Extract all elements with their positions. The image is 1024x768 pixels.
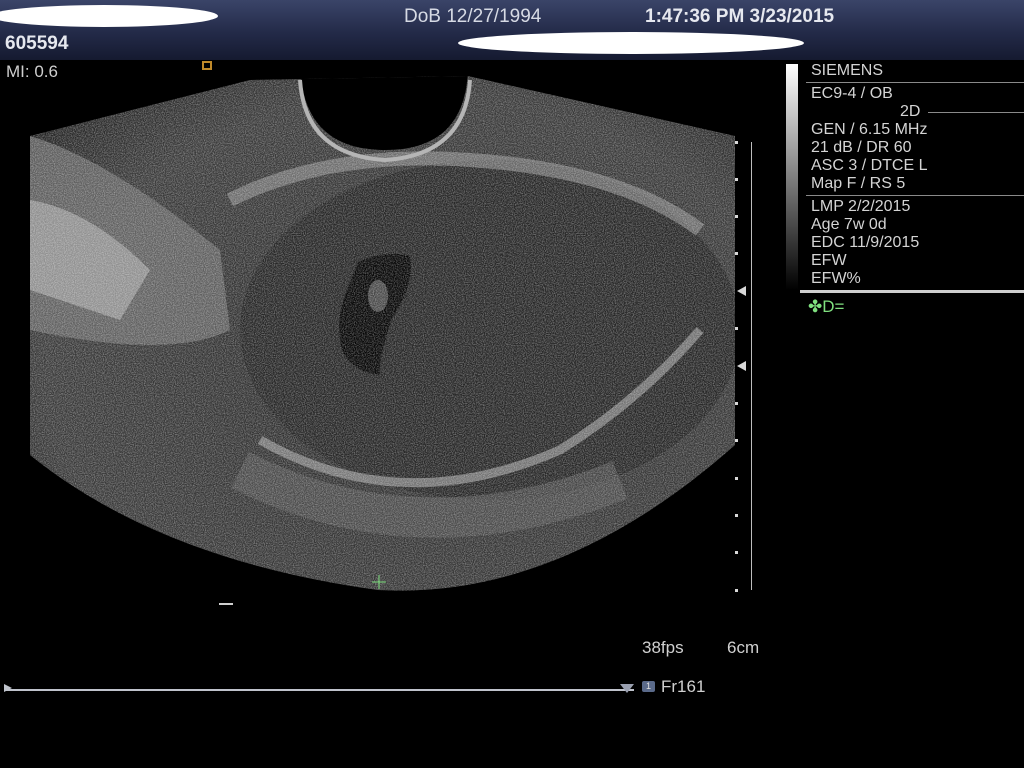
depth-marker-icon bbox=[737, 286, 746, 296]
transducer-preset: EC9-4 / OB bbox=[811, 85, 893, 102]
brand-label: SIEMENS bbox=[811, 62, 884, 79]
mode-label: 2D bbox=[900, 103, 921, 120]
patient-header: 605594 DoB 12/27/1994 1:47:36 PM 3/23/20… bbox=[0, 0, 1024, 60]
image-depth: 6cm bbox=[727, 638, 760, 657]
divider bbox=[806, 195, 1024, 196]
frame-rate: 38fps bbox=[642, 638, 684, 657]
imaging-mode: 2D bbox=[800, 103, 1024, 121]
cine-play-icon[interactable] bbox=[4, 684, 12, 692]
divider bbox=[800, 290, 1024, 293]
frequency-setting: GEN / 6.15 MHz bbox=[811, 121, 928, 138]
efw-percent: EFW% bbox=[811, 270, 861, 287]
redacted-institution bbox=[458, 32, 804, 54]
focus-marker bbox=[219, 603, 233, 605]
divider bbox=[928, 112, 1024, 113]
grey-scale-bar bbox=[786, 64, 798, 290]
distance-measurement: ✤D= bbox=[808, 297, 845, 316]
cine-end-icon[interactable] bbox=[620, 684, 634, 693]
parameter-panel: SIEMENS EC9-4 / OB 2D GEN / 6.15 MHz 21 … bbox=[800, 62, 1024, 317]
redacted-name bbox=[0, 5, 218, 27]
map-setting: Map F / RS 5 bbox=[811, 175, 906, 192]
lmp-value: LMP 2/2/2015 bbox=[811, 198, 911, 215]
divider bbox=[806, 82, 1024, 83]
patient-id: 605594 bbox=[5, 33, 69, 54]
gestational-age: Age 7w 0d bbox=[811, 216, 887, 233]
frame-number-icon: 1 bbox=[642, 681, 655, 692]
frame-number: Fr161 bbox=[661, 677, 706, 696]
cine-scrollbar[interactable] bbox=[6, 689, 634, 691]
depth-scale-line bbox=[751, 142, 752, 590]
edc-value: EDC 11/9/2015 bbox=[811, 234, 920, 251]
efw-value: EFW bbox=[811, 252, 847, 269]
gain-setting: 21 dB / DR 60 bbox=[811, 139, 912, 156]
ultrasound-image[interactable] bbox=[0, 60, 760, 620]
sector-scan bbox=[30, 76, 735, 591]
depth-scale bbox=[735, 141, 746, 592]
date-of-birth: DoB 12/27/1994 bbox=[404, 6, 542, 27]
asc-setting: ASC 3 / DTCE L bbox=[811, 157, 928, 174]
exam-datetime: 1:47:36 PM 3/23/2015 bbox=[645, 6, 835, 27]
